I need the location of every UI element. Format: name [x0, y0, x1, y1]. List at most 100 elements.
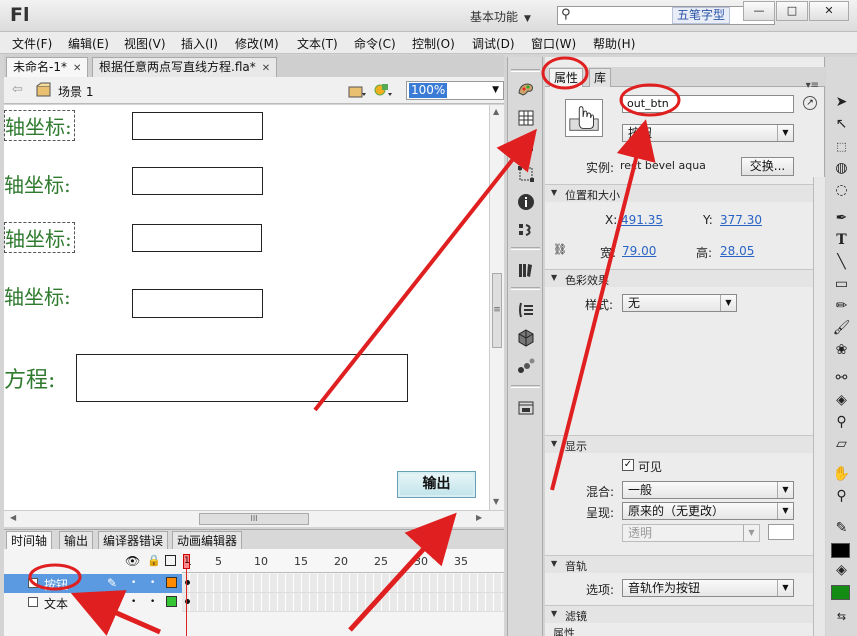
layer-frames[interactable]	[182, 574, 504, 593]
components-panel-icon[interactable]	[517, 329, 535, 347]
free-transform-tool-icon[interactable]: ⬚	[832, 137, 851, 156]
style-select[interactable]: 无 ▼	[622, 294, 737, 312]
subselection-tool-icon[interactable]: ↖	[832, 115, 851, 134]
properties-scrollbar[interactable]	[813, 177, 825, 636]
align-panel-icon[interactable]	[517, 136, 535, 154]
equation-output-textbox[interactable]	[76, 354, 408, 402]
tab-motion-editor[interactable]: 动画编辑器	[172, 531, 243, 550]
input-textbox-1[interactable]	[132, 112, 263, 140]
stroke-color-icon[interactable]: ✎	[832, 519, 851, 538]
stage-horizontal-scrollbar[interactable]: ◀ III ▶	[4, 510, 504, 527]
section-track[interactable]: ▼ 音轨	[545, 555, 813, 573]
scene-label[interactable]: 场景 1	[58, 83, 93, 100]
layer-row-button[interactable]: 按钮 ✎ • •	[4, 574, 504, 593]
scrollbar-thumb[interactable]: III	[199, 513, 309, 525]
visibility-dot[interactable]: •	[131, 578, 136, 588]
section-position-size[interactable]: ▼ 位置和大小	[545, 184, 813, 202]
workspace-switcher[interactable]: 基本功能 ▼	[470, 8, 531, 25]
scroll-right-icon[interactable]: ▶	[476, 513, 482, 522]
visibility-dot[interactable]: •	[131, 597, 136, 607]
outline-color-swatch[interactable]	[166, 577, 177, 588]
axis-label-2[interactable]: 轴坐标:	[4, 169, 71, 198]
x-value[interactable]: 491.35	[621, 213, 663, 227]
fill-color-swatch[interactable]	[831, 585, 850, 600]
axis-label-1[interactable]: 轴坐标:	[4, 110, 75, 141]
stage[interactable]: 轴坐标: 轴坐标: 轴坐标: 轴坐标: 方程: 输出	[4, 105, 489, 510]
frame-ruler[interactable]: 1 5 10 15 20 25 30 35	[182, 549, 504, 573]
history-panel-icon[interactable]	[517, 221, 535, 239]
menu-text[interactable]: 文本(T)	[297, 35, 338, 52]
y-value[interactable]: 377.30	[720, 213, 762, 227]
actions-panel-icon[interactable]	[517, 301, 535, 319]
blend-select[interactable]: 一般 ▼	[622, 481, 794, 499]
section-display[interactable]: ▼ 显示	[545, 435, 813, 453]
lock-dot[interactable]: •	[150, 597, 155, 607]
menu-edit[interactable]: 编辑(E)	[68, 35, 109, 52]
playhead-marker[interactable]: 1	[183, 554, 190, 569]
edit-symbols-icon[interactable]	[373, 81, 393, 99]
line-tool-icon[interactable]: ╲	[832, 253, 851, 272]
swap-colors-icon[interactable]: ⇆	[832, 607, 851, 626]
selection-tool-icon[interactable]: ➤	[832, 93, 851, 112]
menu-debug[interactable]: 调试(D)	[472, 35, 515, 52]
pen-tool-icon[interactable]: ✒	[832, 209, 851, 228]
transform-panel-icon[interactable]	[517, 165, 535, 183]
scroll-up-icon[interactable]: ▲	[493, 107, 499, 116]
menu-file[interactable]: 文件(F)	[12, 35, 52, 52]
scroll-left-icon[interactable]: ◀	[10, 513, 16, 522]
close-icon[interactable]: ✕	[73, 63, 81, 74]
eraser-tool-icon[interactable]: ▱	[832, 435, 851, 454]
width-value[interactable]: 79.00	[622, 244, 656, 258]
tab-output[interactable]: 输出	[59, 531, 94, 550]
input-textbox-3[interactable]	[132, 224, 262, 252]
brush-tool-icon[interactable]: 🖌	[832, 319, 851, 338]
menu-commands[interactable]: 命令(C)	[354, 35, 396, 52]
link-icon[interactable]: ⛓	[553, 243, 567, 256]
pencil-tool-icon[interactable]: ✏	[832, 297, 851, 316]
back-arrow-icon[interactable]: ⇦	[12, 82, 23, 97]
menu-insert[interactable]: 插入(I)	[181, 35, 218, 52]
color-panel-icon[interactable]	[517, 81, 535, 99]
panel-menu-icon[interactable]: ▾≡	[806, 80, 819, 91]
layer-row-text[interactable]: 文本 • •	[4, 593, 504, 612]
tab-line-equation-fla[interactable]: 根据任意两点写直线方程.fla* ✕	[92, 57, 278, 77]
panel-grip[interactable]	[511, 247, 540, 250]
scroll-down-icon[interactable]: ▼	[493, 497, 499, 506]
close-window-button[interactable]: ✕	[809, 1, 849, 21]
render-select[interactable]: 原来的（无更改） ▼	[622, 502, 794, 520]
project-panel-icon[interactable]	[517, 399, 535, 417]
outline-icon[interactable]	[165, 555, 176, 566]
arrow-up-right-icon[interactable]: ↗	[803, 96, 817, 110]
stage-vertical-scrollbar[interactable]: ▲ ≡ ▼	[489, 105, 504, 510]
text-tool-icon[interactable]: T	[832, 231, 851, 250]
menu-view[interactable]: 视图(V)	[124, 35, 166, 52]
panel-grip[interactable]	[511, 385, 540, 388]
outline-color-swatch[interactable]	[166, 596, 177, 607]
menu-window[interactable]: 窗口(W)	[531, 35, 576, 52]
output-button[interactable]: 输出	[397, 471, 476, 498]
minimize-button[interactable]: —	[743, 1, 775, 21]
background-color-swatch[interactable]	[768, 524, 794, 540]
eye-icon[interactable]: 👁	[125, 554, 140, 568]
close-icon[interactable]: ✕	[262, 63, 270, 74]
lock-dot[interactable]: •	[150, 578, 155, 588]
equation-label[interactable]: 方程:	[4, 362, 55, 394]
track-options-select[interactable]: 音轨作为按钮 ▼	[622, 579, 794, 597]
rectangle-tool-icon[interactable]: ▭	[832, 275, 851, 294]
motion-presets-icon[interactable]	[517, 357, 535, 375]
input-textbox-2[interactable]	[132, 167, 263, 195]
swatches-panel-icon[interactable]	[517, 109, 535, 127]
lock-icon[interactable]: 🔒	[147, 554, 161, 567]
height-value[interactable]: 28.05	[720, 244, 754, 258]
transparent-select[interactable]: 透明 ▼	[622, 524, 760, 542]
tab-compiler-errors[interactable]: 编译器错误	[98, 531, 169, 550]
tab-properties[interactable]: 属性	[549, 68, 584, 87]
swap-button[interactable]: 交换...	[741, 157, 794, 176]
info-panel-icon[interactable]	[517, 193, 535, 211]
section-filters[interactable]: ▼ 滤镜	[545, 605, 813, 623]
section-color-effect[interactable]: ▼ 色彩效果	[545, 269, 813, 287]
zoom-tool-icon[interactable]: ⚲	[832, 487, 851, 506]
scrollbar-thumb[interactable]: ≡	[492, 273, 502, 348]
menu-modify[interactable]: 修改(M)	[235, 35, 279, 52]
panel-grip[interactable]	[511, 287, 540, 290]
